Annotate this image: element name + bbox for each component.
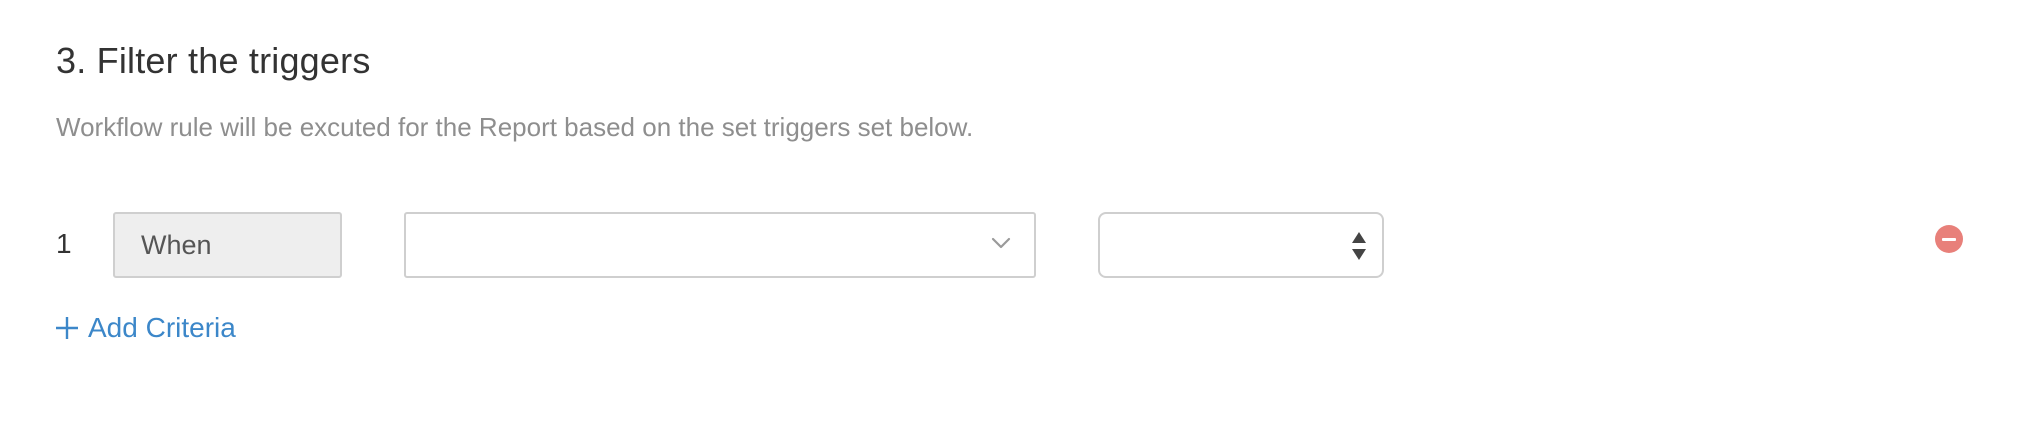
field-select[interactable] (404, 212, 1036, 278)
when-label: When (113, 212, 342, 278)
add-criteria-label: Add Criteria (88, 312, 236, 343)
add-criteria-link[interactable]: Add Criteria (54, 308, 236, 348)
criteria-index: 1 (56, 228, 72, 259)
chevron-down-icon (991, 237, 1011, 249)
filter-triggers-section: 3. Filter the triggers Workflow rule wil… (0, 0, 2018, 432)
plus-icon (56, 317, 78, 339)
remove-criteria-button[interactable] (1935, 225, 1963, 253)
section-title: 3. Filter the triggers (56, 40, 371, 81)
section-subtitle: Workflow rule will be excuted for the Re… (56, 112, 974, 142)
criteria-row: 1 When (0, 212, 2018, 280)
up-down-arrows-icon (1352, 232, 1366, 260)
operator-select[interactable] (1098, 212, 1384, 278)
